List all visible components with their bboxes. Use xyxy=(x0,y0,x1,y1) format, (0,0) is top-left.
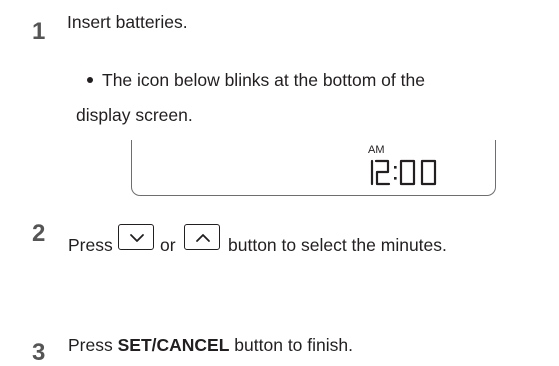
step-3-press: Press xyxy=(68,335,113,355)
step-3-instruction: button to finish. xyxy=(234,335,353,355)
display-am-indicator: AM xyxy=(368,144,385,156)
step-2-number: 2 xyxy=(32,220,46,247)
step-1-bullet-line-2: display screen. xyxy=(76,105,193,125)
step-1-text: Insert batteries. xyxy=(67,12,188,32)
step-2-or: or xyxy=(160,235,176,255)
set-cancel-button-label: SET/CANCEL xyxy=(117,335,230,355)
step-2-instruction: button to select the minutes. xyxy=(228,235,447,255)
display-time: 12:00 xyxy=(366,158,446,188)
step-2-press: Press xyxy=(68,235,113,255)
chevron-up-icon xyxy=(196,234,210,242)
seven-segment-digits xyxy=(370,159,437,186)
step-3-number: 3 xyxy=(32,339,46,366)
bullet-dot xyxy=(87,77,93,83)
step-1-bullet-line-1: The icon below blinks at the bottom of t… xyxy=(102,70,425,90)
up-button[interactable] xyxy=(184,224,220,250)
down-button[interactable] xyxy=(118,224,154,250)
step-3-text: Press SET/CANCEL button to finish. xyxy=(68,334,353,356)
step-1-number: 1 xyxy=(32,18,46,45)
chevron-down-icon xyxy=(130,234,144,242)
